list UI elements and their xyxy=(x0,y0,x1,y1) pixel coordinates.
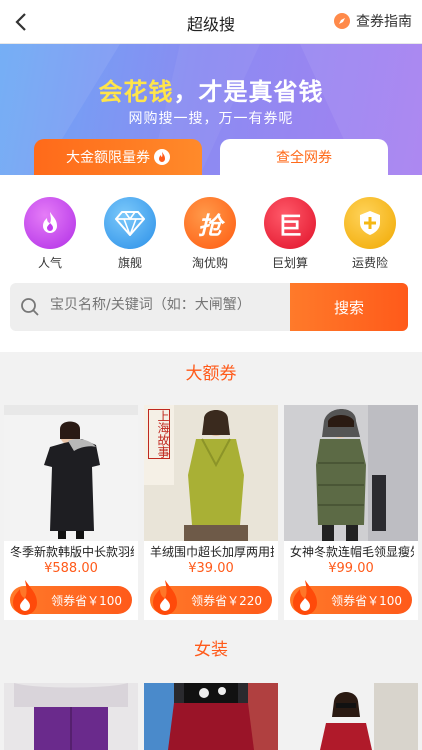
category-shipping-insurance[interactable]: 运费险 xyxy=(340,197,400,271)
product-grid: 冬季新款韩版中长款羽绒服 ¥588.00 领券省￥100 上海故事 羊绒围巾超长… xyxy=(4,405,418,620)
category-label: 淘优购 xyxy=(191,256,228,270)
product-price: ¥39.00 xyxy=(188,561,234,576)
search-button[interactable]: 搜索 xyxy=(290,283,408,331)
top-nav-bar: 超级搜 查券指南 xyxy=(0,0,422,44)
big-deal-icon: 巨 xyxy=(264,197,316,249)
category-label: 运费险 xyxy=(351,256,388,270)
flame-icon xyxy=(293,580,317,615)
product-image[interactable] xyxy=(284,405,418,541)
product-price: ¥588.00 xyxy=(44,561,98,576)
shield-icon xyxy=(344,197,396,249)
flame-icon xyxy=(154,149,170,165)
product-card[interactable]: 上海故事 羊绒围巾超长加厚两用披肩 ¥39.00 领券省￥220 xyxy=(144,405,278,620)
tab-all-coupons[interactable]: 查全网券 xyxy=(220,139,388,175)
product-image[interactable] xyxy=(144,683,278,750)
product-image[interactable] xyxy=(4,405,138,541)
category-bar: 人气 旗舰 抢 淘优购 巨 巨划算 运费险 xyxy=(0,175,422,277)
get-coupon-button[interactable]: 领券省￥220 xyxy=(150,580,272,615)
flame-icon xyxy=(13,580,37,615)
section-title-women: 女装 xyxy=(194,640,228,660)
flame-icon xyxy=(24,197,76,249)
product-card[interactable]: 冬季新款韩版中长款羽绒服 ¥588.00 领券省￥100 xyxy=(4,405,138,620)
promo-banner: 会花钱，才是真省钱 网购搜一搜，万一有券呢 大金额限量券 查全网券 xyxy=(0,44,422,175)
grab-icon: 抢 xyxy=(184,197,236,249)
get-coupon-button[interactable]: 领券省￥100 xyxy=(290,580,412,615)
big-deal-glyph: 巨 xyxy=(278,211,302,240)
category-label: 旗舰 xyxy=(117,256,142,270)
category-taoyougou[interactable]: 抢 淘优购 xyxy=(180,197,240,271)
category-label: 人气 xyxy=(37,256,62,270)
tab-big-coupon-label: 大金额限量券 xyxy=(66,150,150,166)
product-name: 冬季新款韩版中长款羽绒服 xyxy=(10,545,134,559)
banner-subtitle: 网购搜一搜，万一有券呢 xyxy=(128,111,294,127)
product-name: 羊绒围巾超长加厚两用披肩 xyxy=(150,545,274,559)
banner-headline: 会花钱，才是真省钱 xyxy=(0,72,422,107)
category-popular[interactable]: 人气 xyxy=(20,197,80,271)
get-coupon-button[interactable]: 领券省￥100 xyxy=(10,580,132,615)
product-name: 女神冬款连帽毛领显瘦外套 xyxy=(290,545,414,559)
banner-headline-rest: ，才是真省钱 xyxy=(173,78,324,106)
search-area: 搜索 xyxy=(0,277,422,352)
compass-icon xyxy=(334,13,350,29)
women-product-row xyxy=(4,683,418,750)
product-price: ¥99.00 xyxy=(328,561,374,576)
category-big-deal[interactable]: 巨 巨划算 xyxy=(260,197,320,271)
product-image[interactable]: 上海故事 xyxy=(144,405,278,541)
coupon-guide-button[interactable]: 查券指南 xyxy=(334,11,412,31)
coupon-label: 领券省￥100 xyxy=(331,593,402,608)
coupon-label: 领券省￥100 xyxy=(51,593,122,608)
category-label: 巨划算 xyxy=(271,256,308,270)
section-title-big-coupon: 大额券 xyxy=(185,364,237,384)
grab-glyph: 抢 xyxy=(198,211,222,240)
product-image[interactable] xyxy=(4,683,138,750)
coupon-label: 领券省￥220 xyxy=(191,593,262,608)
tab-big-coupon[interactable]: 大金额限量券 xyxy=(34,139,202,175)
category-flagship[interactable]: 旗舰 xyxy=(100,197,160,271)
coupon-guide-label: 查券指南 xyxy=(356,14,412,30)
product-image[interactable] xyxy=(284,683,418,750)
diamond-icon xyxy=(104,197,156,249)
product-image-brand-text: 上海故事 xyxy=(148,409,170,459)
search-input[interactable] xyxy=(50,297,290,313)
search-bar: 搜索 xyxy=(10,283,408,331)
banner-headline-highlight: 会花钱 xyxy=(98,78,174,106)
flame-icon xyxy=(153,580,177,615)
search-icon xyxy=(21,298,39,316)
product-card[interactable]: 女神冬款连帽毛领显瘦外套 ¥99.00 领券省￥100 xyxy=(284,405,418,620)
